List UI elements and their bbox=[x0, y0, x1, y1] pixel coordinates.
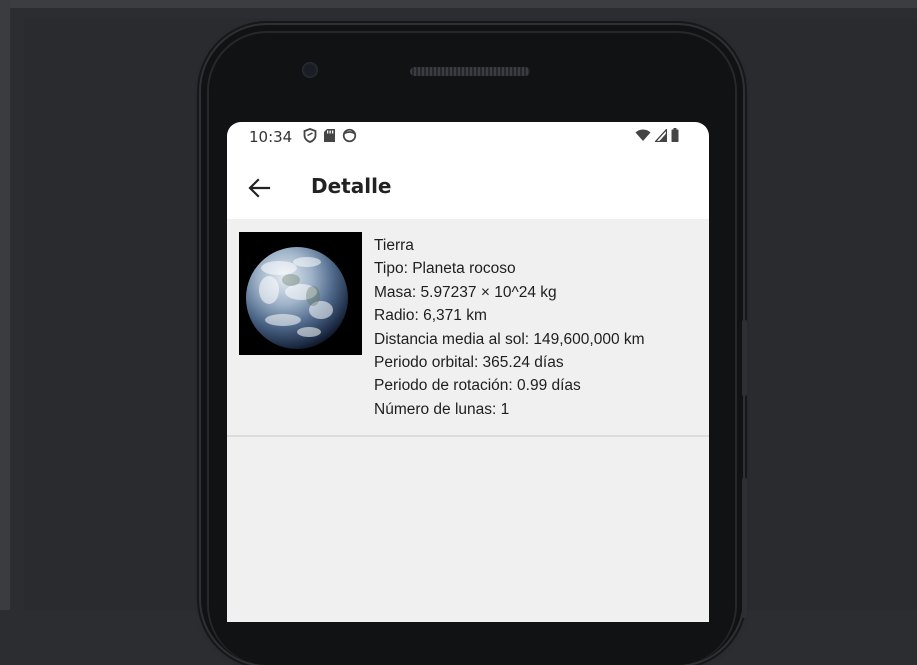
planet-name: Tierra bbox=[374, 237, 414, 254]
status-icons-right bbox=[635, 128, 679, 142]
battery-icon bbox=[671, 128, 679, 142]
planet-orbital-period: Periodo orbital: 365.24 días bbox=[374, 354, 564, 372]
front-camera-icon bbox=[302, 62, 318, 78]
planet-distance: Distancia media al sol: 149,600,000 km bbox=[374, 330, 645, 348]
volume-button[interactable] bbox=[742, 320, 747, 396]
status-bar: 10:34 bbox=[227, 122, 709, 152]
shield-icon bbox=[303, 128, 317, 143]
earth-image bbox=[239, 232, 362, 355]
planet-rotation-period: Periodo de rotación: 0.99 días bbox=[374, 377, 581, 395]
editor-top-edge bbox=[10, 0, 917, 8]
phone-screen: 10:34 Detalle Tierra Tipo: Planeta rocos… bbox=[227, 122, 709, 622]
back-arrow-icon[interactable] bbox=[245, 174, 273, 202]
planet-moons: Número de lunas: 1 bbox=[374, 400, 510, 418]
planet-info: Tierra Tipo: Planeta rocoso Masa: 5.9723… bbox=[374, 234, 645, 421]
planet-mass: Masa: 5.97237 × 10^24 kg bbox=[374, 283, 557, 301]
signal-icon bbox=[655, 128, 667, 142]
status-time: 10:34 bbox=[249, 128, 293, 146]
face-icon bbox=[342, 128, 357, 143]
sd-card-icon bbox=[324, 129, 335, 142]
planet-radius: Radio: 6,371 km bbox=[374, 307, 487, 325]
page-title: Detalle bbox=[311, 174, 392, 198]
wifi-icon bbox=[635, 129, 651, 141]
power-button[interactable] bbox=[742, 478, 747, 618]
detail-content: Tierra Tipo: Planeta rocoso Masa: 5.9723… bbox=[227, 219, 709, 622]
planet-card: Tierra Tipo: Planeta rocoso Masa: 5.9723… bbox=[227, 219, 709, 437]
app-bar: Detalle bbox=[227, 166, 709, 216]
earpiece-speaker bbox=[410, 67, 530, 76]
editor-left-gutter bbox=[0, 0, 10, 610]
planet-type: Tipo: Planeta rocoso bbox=[374, 260, 516, 278]
status-icons-left bbox=[303, 128, 357, 143]
